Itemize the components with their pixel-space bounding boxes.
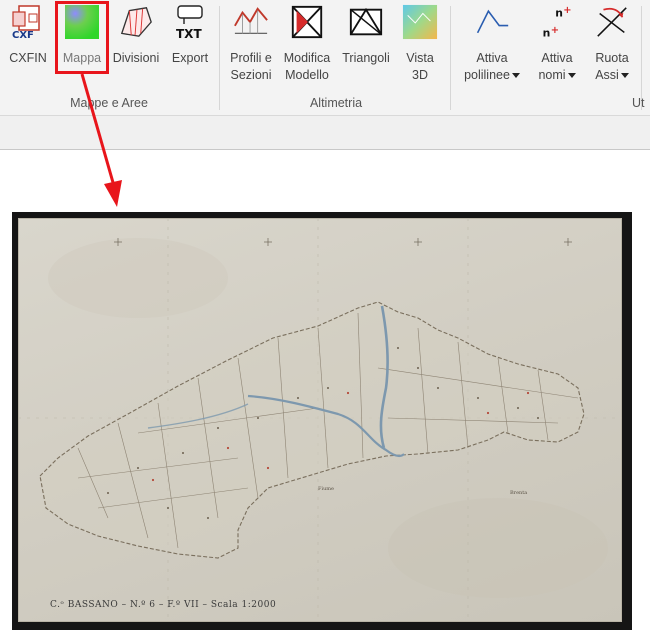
- triangoli-button[interactable]: Triangoli: [337, 0, 395, 92]
- map-label-brenta: Brenta: [510, 490, 527, 496]
- triangles-icon: [348, 4, 384, 40]
- profile-sections-icon: [233, 4, 269, 40]
- txt-export-icon: TXT: [172, 4, 208, 40]
- ruota-assi-button[interactable]: Ruota Assi: [588, 0, 636, 92]
- map-label-fiume: Fiume: [318, 486, 334, 492]
- edit-model-icon: [289, 4, 325, 40]
- group-label-mappe: Mappe e Aree: [70, 96, 148, 110]
- attiva-nomi-label: Attiva nomi: [538, 50, 576, 84]
- attiva-polilinee-button[interactable]: Attiva polilinee: [456, 0, 528, 92]
- profili-sezioni-label: Profili e Sezioni: [230, 51, 272, 82]
- chevron-down-icon[interactable]: [567, 73, 576, 79]
- attiva-nomi-button[interactable]: n + n + Attiva nomi: [530, 0, 584, 92]
- attiva-polilinee-label: Attiva polilinee: [464, 50, 520, 84]
- svg-text:+: +: [551, 25, 559, 36]
- profili-sezioni-button[interactable]: Profili e Sezioni: [224, 0, 278, 92]
- map-preview-frame: Fiume Brenta C.ᵒ BASSANO – N.º 6 – F.º V…: [12, 212, 632, 630]
- vista-3d-label: Vista 3D: [406, 51, 434, 82]
- divisions-polygon-icon: [118, 4, 154, 40]
- svg-text:n: n: [543, 26, 551, 39]
- 3d-view-icon: [402, 4, 438, 40]
- modifica-modello-button[interactable]: Modifica Modello: [278, 0, 336, 92]
- names-n-plus-icon: n + n +: [539, 4, 575, 40]
- svg-text:CXF: CXF: [12, 30, 34, 40]
- divisioni-label: Divisioni: [112, 51, 160, 65]
- ruota-assi-label: Ruota Assi: [595, 50, 629, 84]
- map-caption: C.ᵒ BASSANO – N.º 6 – F.º VII – Scala 1:…: [50, 600, 277, 610]
- cxfin-label: CXFIN: [9, 51, 47, 65]
- svg-text:TXT: TXT: [176, 27, 202, 40]
- vista-3d-button[interactable]: Vista 3D: [396, 0, 444, 92]
- chevron-down-icon[interactable]: [511, 73, 520, 79]
- group-separator: [219, 6, 220, 110]
- triangoli-label: Triangoli: [342, 51, 390, 65]
- export-label: Export: [171, 51, 209, 65]
- chevron-down-icon[interactable]: [620, 73, 629, 79]
- group-label-altimetria: Altimetria: [309, 96, 363, 110]
- svg-text:+: +: [563, 5, 571, 16]
- cadastral-map-image: Fiume Brenta C.ᵒ BASSANO – N.º 6 – F.º V…: [18, 218, 622, 622]
- export-button[interactable]: TXT Export: [164, 0, 216, 92]
- status-band: [0, 116, 650, 150]
- polyline-icon: [474, 4, 510, 40]
- group-label-utility: Ut: [632, 96, 645, 110]
- ribbon-toolbar: CXF CXFIN Mappa Divisioni TXT Export Map…: [0, 0, 650, 116]
- map-image-icon: [64, 4, 100, 40]
- mappa-label: Mappa: [62, 51, 102, 65]
- cxf-file-icon: CXF: [10, 4, 46, 40]
- modifica-modello-label: Modifica Modello: [283, 51, 331, 82]
- svg-text:n: n: [555, 7, 563, 20]
- divisioni-button[interactable]: Divisioni: [110, 0, 162, 92]
- group-separator: [450, 6, 451, 110]
- cadastral-map-drawing: Fiume Brenta: [18, 218, 622, 622]
- attiva-polilinee-text: Attiva polilinee: [464, 51, 510, 82]
- rotate-axes-icon: [594, 4, 630, 40]
- group-separator: [641, 6, 642, 110]
- mappa-button[interactable]: Mappa: [56, 0, 108, 92]
- cxfin-button[interactable]: CXF CXFIN: [2, 0, 54, 92]
